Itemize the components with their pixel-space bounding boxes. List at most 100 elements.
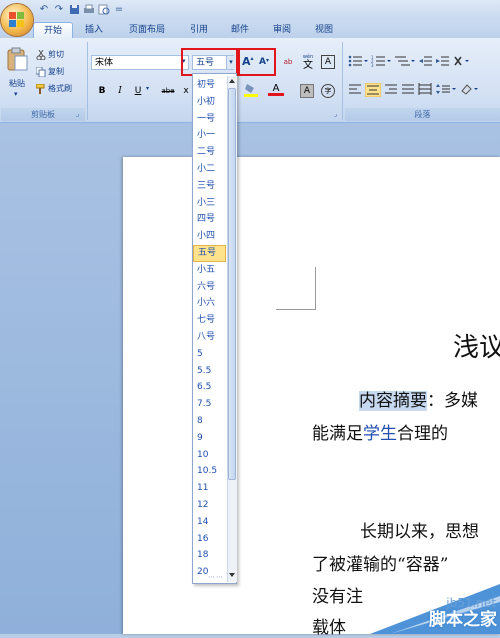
- font-size-option[interactable]: 二号: [193, 144, 226, 161]
- brush-icon: [35, 83, 46, 94]
- linked-text[interactable]: 学生: [363, 424, 397, 444]
- bullets-icon[interactable]: [348, 55, 368, 67]
- font-size-option[interactable]: 6.5: [193, 379, 226, 396]
- highlighter-icon: [244, 84, 258, 97]
- multilevel-list-icon[interactable]: [394, 55, 416, 67]
- tab-review[interactable]: 审阅: [265, 22, 299, 38]
- save-icon[interactable]: [68, 4, 80, 16]
- paste-dropdown-icon[interactable]: ▾: [14, 90, 18, 98]
- tab-references[interactable]: 引用: [182, 22, 216, 38]
- watermark-name: 脚本之家: [429, 610, 497, 630]
- print-icon[interactable]: [83, 4, 95, 16]
- format-painter-button[interactable]: 格式刷: [35, 82, 72, 95]
- font-size-option[interactable]: 小初: [193, 94, 226, 111]
- font-size-option[interactable]: 一号: [193, 111, 226, 128]
- chinese-layout-icon[interactable]: [453, 55, 473, 67]
- line-spacing-icon[interactable]: [435, 83, 457, 95]
- paste-button[interactable]: 粘贴 ▾: [4, 44, 30, 100]
- font-size-option[interactable]: 七号: [193, 312, 226, 329]
- increase-indent-icon[interactable]: [436, 55, 450, 67]
- font-size-option[interactable]: 7.5: [193, 396, 226, 413]
- tab-insert[interactable]: 插入: [77, 22, 111, 38]
- font-size-option[interactable]: 初号: [193, 77, 226, 94]
- font-size-option[interactable]: 小六: [193, 295, 226, 312]
- undo-icon[interactable]: ↶: [38, 4, 50, 16]
- font-size-option[interactable]: 5.5: [193, 363, 226, 380]
- scroll-down-icon[interactable]: [229, 573, 235, 577]
- paragraph-line[interactable]: 载体: [312, 613, 346, 638]
- underline-button[interactable]: U: [131, 84, 145, 98]
- clipboard-launcher-icon[interactable]: ⌟: [76, 110, 79, 118]
- justify-icon[interactable]: [401, 83, 415, 95]
- font-name-box[interactable]: 宋体: [91, 55, 189, 70]
- italic-button[interactable]: I: [113, 84, 127, 98]
- body-text[interactable]: 合理的: [397, 424, 448, 444]
- phonetic-guide-button[interactable]: wén 文: [299, 54, 317, 71]
- underline-dropdown-icon[interactable]: ▾: [146, 85, 149, 92]
- font-color-button[interactable]: A: [268, 83, 284, 98]
- font-size-option[interactable]: 三号: [193, 178, 226, 195]
- numbering-icon[interactable]: 123: [371, 55, 391, 67]
- scroll-up-icon[interactable]: [229, 79, 235, 83]
- tab-home[interactable]: 开始: [33, 22, 73, 39]
- font-size-option[interactable]: 14: [193, 514, 226, 531]
- abstract-line[interactable]: 内容摘要：多媒: [359, 386, 478, 411]
- shading-icon[interactable]: [460, 83, 480, 95]
- decrease-indent-icon[interactable]: [419, 55, 433, 67]
- paragraph-line[interactable]: 长期以来，思想: [360, 517, 479, 542]
- enclose-char-button[interactable]: 字: [321, 84, 335, 98]
- font-size-option[interactable]: 小五: [193, 262, 226, 279]
- font-launcher-icon[interactable]: ⌟: [334, 110, 337, 118]
- tab-page-layout[interactable]: 页面布局: [118, 22, 176, 38]
- font-size-dropdown[interactable]: 初号 小初 一号 小一 二号 小二 三号 小三 四号 小四 五号 小五 六号 小六 七号 八号 5 5.5 6.5 7…: [192, 73, 237, 584]
- preview-icon[interactable]: [98, 4, 110, 16]
- highlight-color-button[interactable]: [244, 83, 260, 98]
- office-button[interactable]: [1, 4, 33, 36]
- customize-icon[interactable]: =: [113, 4, 125, 16]
- document-page[interactable]: 浅议 内容摘要：多媒 能满足学生合理的 长期以来，思想 了被灌输的“容器” 没有…: [123, 157, 500, 638]
- body-text[interactable]: 能满足: [312, 424, 363, 444]
- scroll-thumb[interactable]: [228, 88, 236, 480]
- cut-button[interactable]: 剪切: [36, 48, 64, 61]
- strikethrough-button[interactable]: abe: [158, 84, 178, 98]
- font-size-option[interactable]: 10.5: [193, 463, 226, 480]
- font-size-option[interactable]: 小一: [193, 127, 226, 144]
- font-size-option[interactable]: 11: [193, 480, 226, 497]
- font-size-option[interactable]: 四号: [193, 211, 226, 228]
- document-title[interactable]: 浅议: [453, 327, 500, 364]
- font-size-option[interactable]: 10: [193, 447, 226, 464]
- tab-view[interactable]: 视图: [307, 22, 341, 38]
- abstract-line-2[interactable]: 能满足学生合理的: [312, 419, 448, 444]
- align-center-icon[interactable]: [365, 83, 381, 97]
- phonetic-guide-icon: 文: [303, 60, 313, 71]
- bold-button[interactable]: B: [95, 84, 109, 98]
- align-left-icon[interactable]: [348, 83, 362, 95]
- font-size-option[interactable]: 八号: [193, 329, 226, 346]
- font-size-option[interactable]: 小四: [193, 228, 226, 245]
- font-size-option[interactable]: 小三: [193, 195, 226, 212]
- font-size-option[interactable]: 小二: [193, 161, 226, 178]
- char-border-button[interactable]: A: [321, 55, 335, 69]
- font-size-option[interactable]: 16: [193, 531, 226, 548]
- distribute-icon[interactable]: [418, 83, 432, 95]
- abstract-label[interactable]: 内容摘要: [359, 391, 427, 411]
- char-shading-button[interactable]: A: [300, 84, 314, 98]
- font-size-option[interactable]: 五号: [193, 244, 226, 262]
- font-size-option[interactable]: 18: [193, 547, 226, 564]
- font-size-option[interactable]: 六号: [193, 279, 226, 296]
- align-right-icon[interactable]: [384, 83, 398, 95]
- font-size-option[interactable]: 12: [193, 497, 226, 514]
- tab-mailings[interactable]: 邮件: [223, 22, 257, 38]
- resize-grip-icon[interactable]: ⋯⋯: [208, 573, 224, 581]
- copy-button[interactable]: 复制: [35, 65, 64, 78]
- quick-access-toolbar: ↶ ↷ =: [38, 3, 125, 17]
- abstract-text[interactable]: ：多媒: [427, 391, 478, 411]
- font-size-option[interactable]: 9: [193, 430, 226, 447]
- clear-format-button[interactable]: ab: [280, 55, 296, 70]
- font-size-option[interactable]: 5: [193, 346, 226, 363]
- subscript-button[interactable]: x: [180, 84, 192, 98]
- redo-icon[interactable]: ↷: [53, 4, 65, 16]
- font-size-option[interactable]: 8: [193, 413, 226, 430]
- font-color-icon: A: [272, 83, 280, 94]
- dropdown-scrollbar[interactable]: [227, 76, 237, 582]
